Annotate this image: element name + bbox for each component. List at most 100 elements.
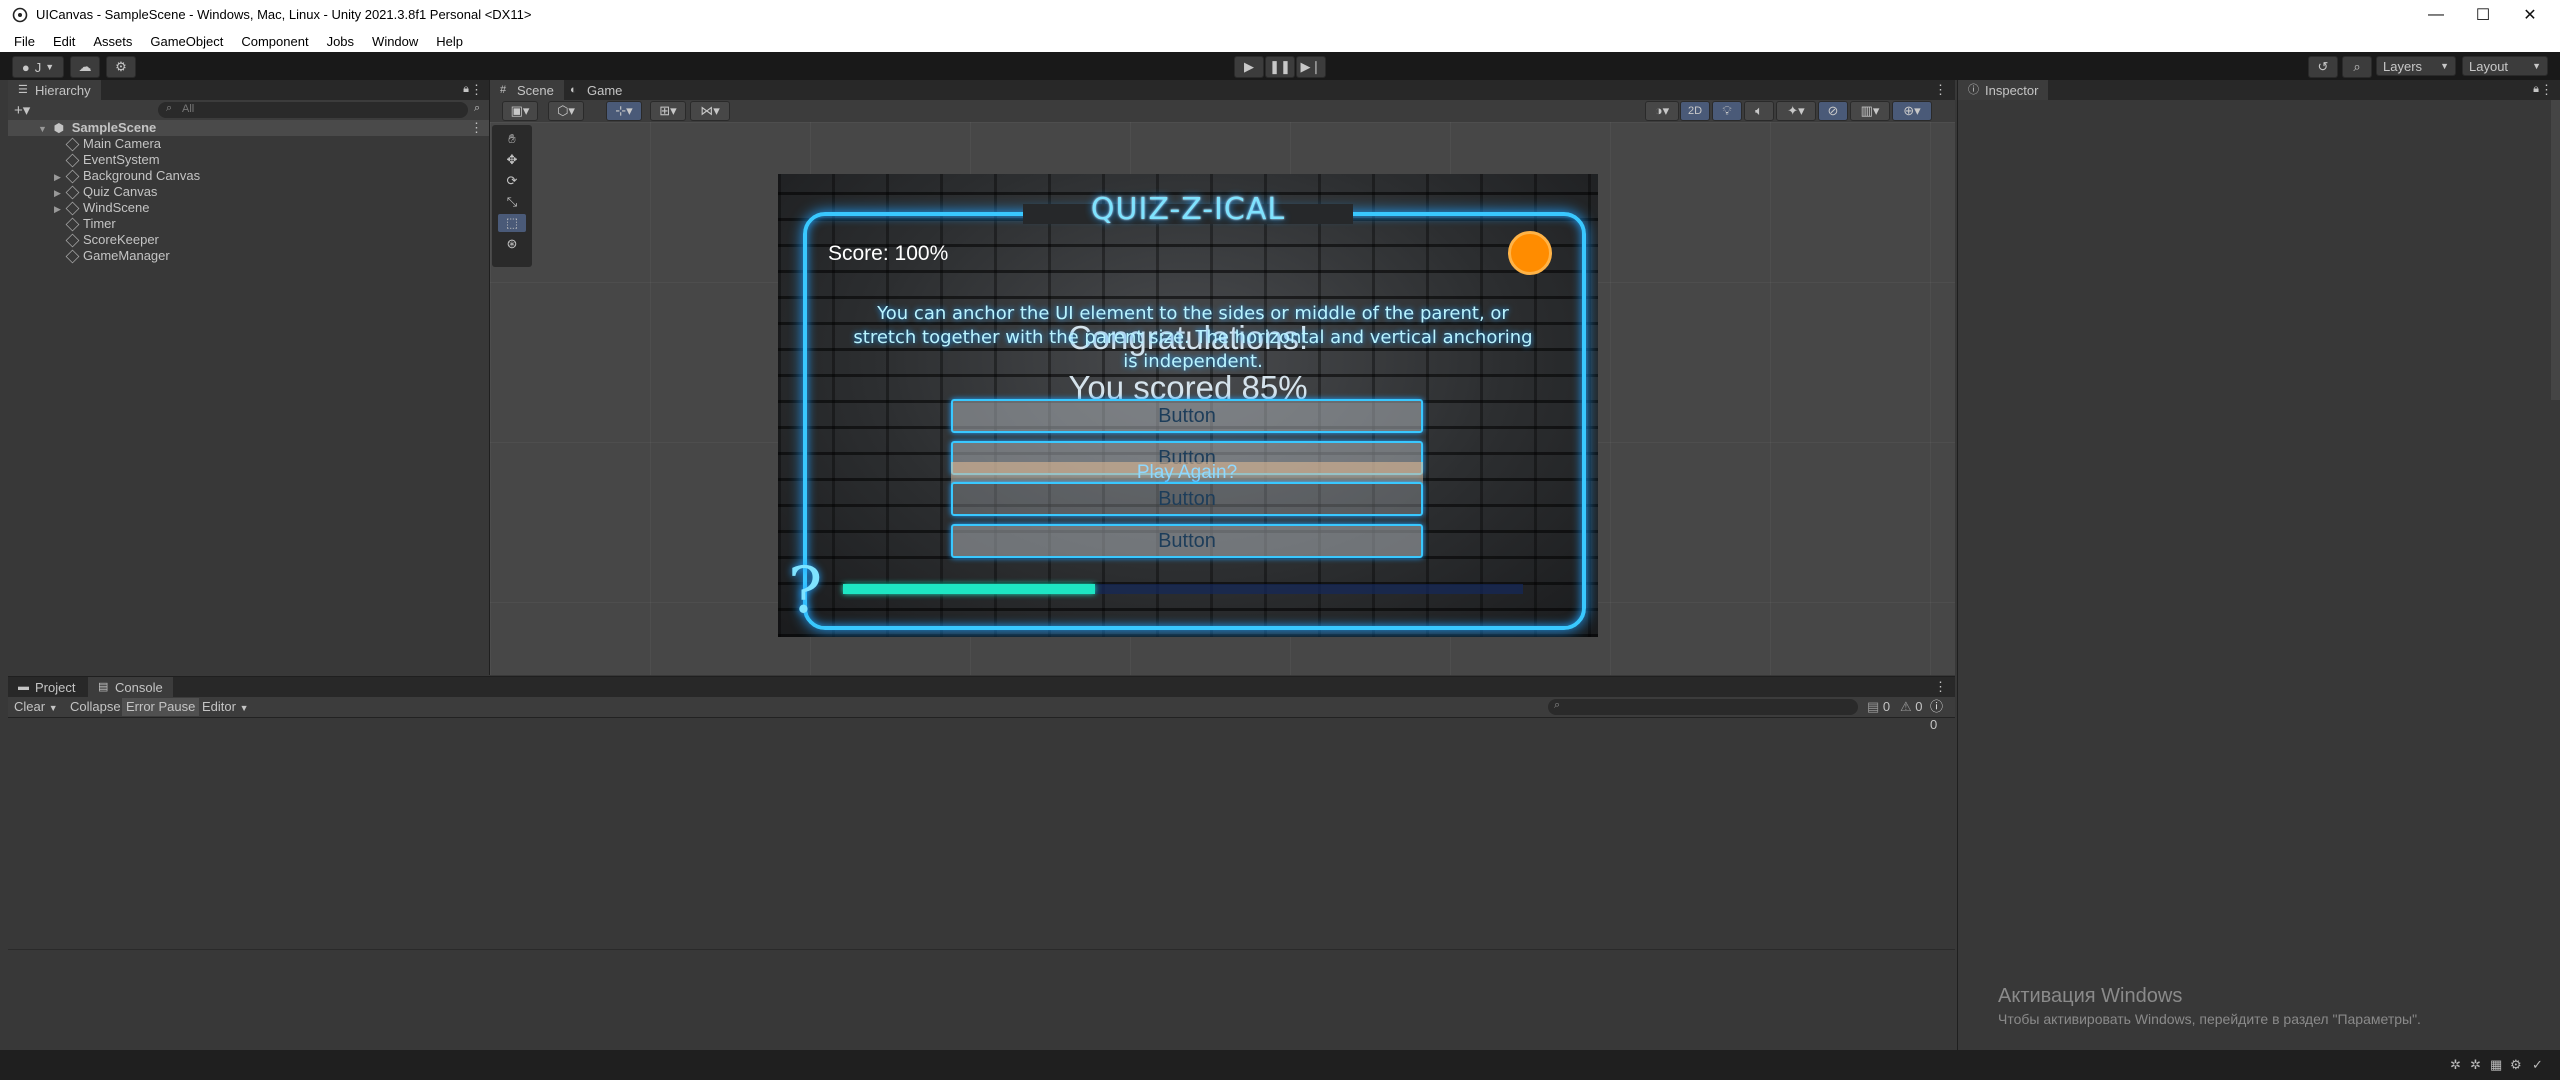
collab-button[interactable]: ⚙ — [106, 56, 136, 78]
hierarchy-item[interactable]: ▶ Background Canvas — [8, 168, 489, 184]
collapse-toggle[interactable]: Collapse — [66, 698, 125, 716]
expand-arrow-icon[interactable]: ▶ — [54, 185, 66, 201]
add-object-button[interactable]: +▾ — [14, 101, 30, 119]
log-count-toggle[interactable]: ▤ 0 — [1863, 698, 1894, 716]
hierarchy-search-input[interactable]: ⌕ All — [158, 102, 468, 118]
bug-icon[interactable]: ✲ — [2470, 1057, 2481, 1073]
toggle-2d-button[interactable]: 2D — [1680, 101, 1710, 121]
rotate-tool-button[interactable]: ⟳ — [498, 172, 526, 190]
tab-game[interactable]: ◐ Game — [560, 80, 632, 100]
transform-tools-dropdown[interactable]: ⊹▾ — [606, 101, 642, 121]
tab-project[interactable]: ▬ Project — [8, 677, 85, 697]
expand-arrow-icon[interactable]: ▶ — [54, 169, 66, 185]
menu-window[interactable]: Window — [363, 34, 427, 49]
game-canvas-preview[interactable]: QUIZ-Z-ICAL Score: 100% Congratulations!… — [778, 174, 1598, 637]
move-icon: ✥ — [506, 152, 518, 167]
hierarchy-scene-row[interactable]: ▼ ⬢ SampleScene ⋮ — [8, 120, 489, 136]
warning-count-toggle[interactable]: ⚠ 0 — [1896, 698, 1927, 716]
lock-icon[interactable]: 🔒︎ — [2533, 83, 2539, 96]
pause-button[interactable]: ❚❚ — [1265, 56, 1295, 78]
hierarchy-item[interactable]: Main Camera — [8, 136, 489, 152]
filter-icon[interactable]: ⌕ — [474, 102, 480, 115]
editor-dropdown[interactable]: Editor ▼ — [198, 698, 253, 716]
menu-help[interactable]: Help — [427, 34, 472, 49]
layout-dropdown[interactable]: Layout ▼ — [2462, 56, 2548, 76]
grid-snap-dropdown[interactable]: ⊞▾ — [650, 101, 686, 121]
hierarchy-item[interactable]: EventSystem — [8, 152, 489, 168]
menu-file[interactable]: File — [0, 34, 44, 49]
answer-button-3[interactable]: Button — [951, 482, 1423, 516]
maximize-button[interactable]: ☐ — [2460, 0, 2506, 30]
camera-dropdown[interactable]: ▥▾ — [1850, 101, 1890, 121]
tab-inspector[interactable]: ⓘ Inspector — [1958, 80, 2049, 100]
more-options-icon[interactable]: ⋮ — [470, 82, 483, 98]
effects-dropdown[interactable]: ✦▾ — [1776, 101, 1816, 121]
layers-label: Layers — [2383, 58, 2423, 74]
hierarchy-item[interactable]: GameManager — [8, 248, 489, 264]
transform-tool-button[interactable]: ⊛ — [498, 235, 526, 253]
expand-arrow-icon[interactable]: ▼ — [38, 121, 50, 137]
snap-increment-dropdown[interactable]: ⋈▾ — [690, 101, 730, 121]
error-pause-toggle[interactable]: Error Pause — [122, 698, 200, 716]
tab-console[interactable]: ▤ Console — [88, 677, 173, 697]
more-options-icon[interactable]: ⋮ — [1934, 679, 1947, 695]
inspector-scrollbar[interactable] — [2551, 100, 2560, 400]
settings-icon[interactable]: ⚙ — [2510, 1057, 2522, 1073]
step-button[interactable]: ▶❘ — [1296, 56, 1326, 78]
audio-toggle[interactable]: 🔈︎ — [1744, 101, 1774, 121]
move-tool-button[interactable]: ✥ — [498, 151, 526, 169]
more-options-icon[interactable]: ⋮ — [1934, 82, 1947, 98]
account-dropdown[interactable]: ● J ▼ — [12, 56, 64, 78]
hierarchy-toolbar: +▾ ⌕ All ⌕ — [8, 100, 489, 120]
menu-gameobject[interactable]: GameObject — [141, 34, 232, 49]
error-pause-label: Error Pause — [126, 699, 196, 714]
answer-button-label: Button — [1158, 487, 1216, 510]
play-again-button[interactable]: Play Again? — [951, 462, 1423, 484]
lock-icon[interactable]: 🔒︎ — [463, 83, 469, 96]
tab-scene[interactable]: # Scene — [490, 80, 564, 100]
scale-tool-button[interactable]: ⤡ — [498, 193, 526, 211]
play-button[interactable]: ▶ — [1234, 56, 1264, 78]
answer-button-4[interactable]: Button — [951, 524, 1423, 558]
cloud-button[interactable]: ☁ — [70, 56, 100, 78]
lighting-toggle[interactable]: 💡︎ — [1712, 101, 1742, 121]
shading-dropdown[interactable]: ◑▾ — [1645, 101, 1679, 121]
hierarchy-item[interactable]: ▶ Quiz Canvas — [8, 184, 489, 200]
gizmos-dropdown[interactable]: ⊕▾ — [1892, 101, 1932, 121]
console-search-input[interactable]: ⌕ — [1548, 699, 1858, 715]
menu-assets[interactable]: Assets — [84, 34, 141, 49]
menu-jobs[interactable]: Jobs — [318, 34, 363, 49]
history-button[interactable]: ↺ — [2308, 56, 2338, 78]
error-count-toggle[interactable]: ⓘ 0 — [1926, 698, 1955, 732]
view-tool-button[interactable]: ✋︎ — [498, 130, 526, 148]
minimize-button[interactable]: — — [2413, 0, 2459, 30]
expand-arrow-icon[interactable]: ▶ — [54, 201, 66, 217]
clear-label: Clear — [14, 699, 46, 714]
menu-component[interactable]: Component — [232, 34, 317, 49]
search-button[interactable]: ⌕ — [2342, 56, 2372, 78]
tab-hierarchy[interactable]: ☰ Hierarchy — [8, 80, 101, 100]
progress-icon[interactable]: ▦ — [2490, 1057, 2502, 1073]
answer-button-1[interactable]: Button — [951, 399, 1423, 433]
render-mode-dropdown[interactable]: ⬡▾ — [548, 101, 584, 121]
visibility-toggle[interactable]: ⊘ — [1818, 101, 1848, 121]
draw-mode-dropdown[interactable]: ▣▾ — [502, 101, 538, 121]
scene-viewport[interactable]: ✋︎ ✥ ⟳ ⤡ ⬚ ⊛ QUIZ-Z-ICAL Score: 100% Con… — [490, 122, 1955, 675]
rect-tool-button[interactable]: ⬚ — [498, 214, 526, 232]
gameobject-icon — [65, 153, 80, 168]
close-button[interactable]: ✕ — [2507, 0, 2553, 30]
transform-icon: ⊛ — [506, 236, 518, 251]
hierarchy-item-label: Background Canvas — [83, 168, 201, 183]
hierarchy-item[interactable]: Timer — [8, 216, 489, 232]
check-icon[interactable]: ✓ — [2532, 1057, 2543, 1073]
layers-dropdown[interactable]: Layers ▼ — [2376, 56, 2456, 76]
hierarchy-item[interactable]: ▶ WindScene — [8, 200, 489, 216]
clear-dropdown[interactable]: Clear ▼ — [10, 698, 62, 716]
menu-edit[interactable]: Edit — [44, 34, 84, 49]
debug-icon[interactable]: ✲ — [2450, 1057, 2461, 1073]
windows-activation-title: Активация Windows — [1998, 985, 2183, 1007]
timer-circle — [1508, 231, 1552, 275]
more-options-icon[interactable]: ⋮ — [2540, 82, 2553, 98]
more-options-icon[interactable]: ⋮ — [470, 120, 483, 136]
hierarchy-item[interactable]: ScoreKeeper — [8, 232, 489, 248]
